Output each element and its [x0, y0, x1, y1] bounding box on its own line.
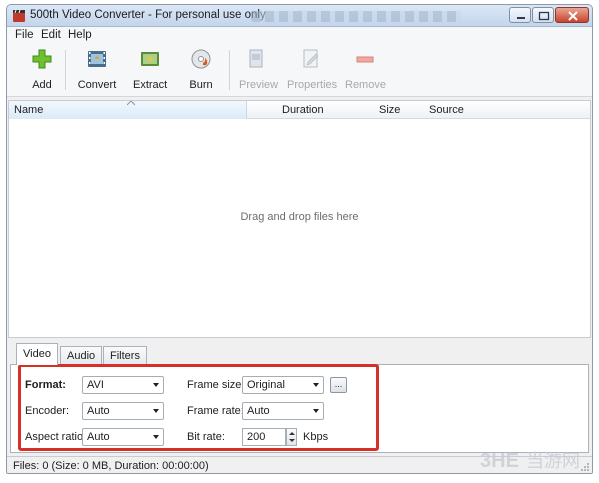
minimize-icon: [517, 17, 525, 19]
burn-label: Burn: [189, 79, 213, 91]
convert-label: Convert: [77, 79, 117, 91]
frame-size-select[interactable]: Original: [242, 376, 324, 394]
bit-rate-label: Bit rate:: [187, 431, 225, 443]
title-bar[interactable]: 500th Video Converter - For personal use…: [7, 5, 592, 27]
properties-icon: [303, 49, 319, 68]
spin-up-icon[interactable]: [289, 432, 295, 435]
remove-button[interactable]: Remove: [345, 48, 386, 91]
convert-button[interactable]: Convert: [77, 48, 117, 91]
column-name[interactable]: Name: [14, 104, 43, 116]
add-button[interactable]: Add: [29, 48, 55, 91]
properties-button[interactable]: Properties: [287, 48, 338, 91]
encoder-value: Auto: [87, 405, 110, 417]
tab-filters[interactable]: Filters: [103, 346, 147, 364]
maximize-button[interactable]: [532, 7, 554, 23]
minimize-button[interactable]: [509, 7, 531, 23]
burn-button[interactable]: Burn: [187, 48, 215, 91]
file-list[interactable]: Name Duration Size Source Drag and drop …: [8, 100, 591, 338]
watermark-logo: 3HE 当游网: [480, 450, 580, 472]
aspect-ratio-select[interactable]: Auto: [82, 428, 164, 446]
frame-rate-value: Auto: [247, 405, 270, 417]
remove-icon: [356, 56, 374, 63]
remove-label: Remove: [345, 79, 386, 91]
spin-down-icon[interactable]: [289, 439, 295, 442]
add-icon: [32, 49, 52, 69]
aspect-ratio-value: Auto: [87, 431, 110, 443]
extract-label: Extract: [133, 79, 168, 91]
toolbar-separator: [229, 50, 230, 90]
frame-rate-select[interactable]: Auto: [242, 402, 324, 420]
title-obscured-region: [251, 11, 461, 22]
format-select[interactable]: AVI: [82, 376, 164, 394]
drop-hint: Drag and drop files here: [240, 211, 359, 223]
extract-button[interactable]: Extract: [133, 48, 167, 91]
close-button[interactable]: [555, 7, 589, 23]
window-title: 500th Video Converter - For personal use…: [30, 9, 266, 21]
film-convert-icon: [88, 51, 106, 67]
properties-label: Properties: [287, 79, 338, 91]
svg-text:当游网: 当游网: [526, 451, 580, 472]
svg-text:3HE: 3HE: [480, 450, 519, 472]
column-size[interactable]: Size: [379, 104, 400, 116]
menu-file[interactable]: File: [15, 29, 34, 41]
frame-rate-label: Frame rate:: [187, 405, 244, 417]
toolbar-separator: [65, 50, 66, 90]
menu-help[interactable]: Help: [68, 29, 92, 41]
chevron-down-icon: [153, 435, 159, 439]
bit-rate-input[interactable]: 200: [242, 428, 286, 446]
bit-rate-spinner[interactable]: [286, 428, 297, 446]
toolbar: Add Convert Extract Burn Preview Propert…: [7, 44, 592, 97]
bit-rate-unit: Kbps: [303, 431, 329, 443]
app-window: 500th Video Converter - For personal use…: [6, 4, 593, 474]
encoder-select[interactable]: Auto: [82, 402, 164, 420]
list-header: Name Duration Size Source: [9, 101, 590, 119]
menu-bar: File Edit Help: [7, 27, 592, 44]
format-value: AVI: [87, 379, 104, 391]
close-icon: [568, 11, 578, 21]
add-label: Add: [32, 79, 52, 91]
frame-size-more-button[interactable]: ...: [330, 377, 347, 393]
video-settings-panel: Format: AVI Encoder: Auto Aspect ratio: …: [10, 364, 589, 453]
status-text: Files: 0 (Size: 0 MB, Duration: 00:00:00…: [13, 460, 209, 472]
tab-audio[interactable]: Audio: [60, 346, 103, 364]
extract-icon: [141, 52, 159, 66]
bit-rate-value: 200: [247, 431, 266, 443]
preview-icon: [249, 49, 263, 68]
frame-size-value: Original: [247, 379, 285, 391]
tab-video[interactable]: Video: [16, 343, 58, 365]
chevron-down-icon: [153, 383, 159, 387]
app-icon: [13, 9, 25, 22]
chevron-down-icon: [313, 383, 319, 387]
preview-label: Preview: [239, 79, 279, 91]
format-label: Format:: [25, 379, 66, 391]
chevron-down-icon: [313, 409, 319, 413]
frame-size-label: Frame size:: [187, 379, 245, 391]
column-duration[interactable]: Duration: [282, 104, 324, 116]
column-source[interactable]: Source: [429, 104, 464, 116]
maximize-icon: [538, 11, 550, 21]
encoder-label: Encoder:: [25, 405, 70, 417]
disc-burn-icon: [191, 49, 211, 69]
chevron-down-icon: [153, 409, 159, 413]
sort-ascending-icon: [127, 101, 135, 106]
preview-button[interactable]: Preview: [239, 48, 279, 91]
menu-edit[interactable]: Edit: [41, 29, 61, 41]
settings-tabs: Video Audio Filters Format: AVI Encoder:…: [8, 341, 591, 455]
aspect-ratio-label: Aspect ratio:: [25, 431, 87, 443]
